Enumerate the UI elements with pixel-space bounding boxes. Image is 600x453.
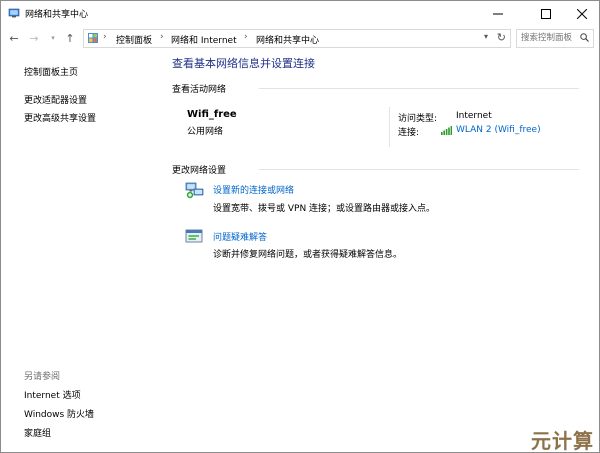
connection-link[interactable]: WLAN 2 (Wifi_free)	[456, 125, 541, 135]
address-bar[interactable]: › 控制面板 › 网络和 Internet › 网络和共享中心 ▾ ↻	[83, 29, 511, 48]
maximize-icon	[541, 8, 551, 19]
chevron-down-icon: ▾	[51, 34, 55, 42]
wifi-signal-icon	[441, 126, 452, 135]
arrow-left-icon: ←	[9, 31, 19, 45]
network-category[interactable]: 公用网络	[187, 124, 223, 137]
close-button[interactable]	[565, 1, 599, 26]
see-also-heading: 另请参阅	[24, 372, 61, 382]
breadcrumb-separator: ›	[160, 32, 164, 42]
breadcrumb-control-panel[interactable]: 控制面板	[116, 33, 152, 46]
change-settings-heading: 更改网络设置	[172, 166, 227, 176]
section-divider	[259, 88, 579, 89]
windows-firewall-link[interactable]: Windows 防火墙	[24, 407, 94, 420]
access-type-value: Internet	[456, 111, 492, 121]
network-name: Wifi_free	[187, 109, 237, 120]
breadcrumb-network-internet[interactable]: 网络和 Internet	[171, 33, 237, 46]
search-icon	[580, 33, 589, 42]
window: 网络和共享中心 ← → ▾ ↑ › 控制面板 › 网络和 Internet › …	[0, 0, 600, 453]
control-panel-icon	[88, 33, 98, 43]
search-input[interactable]	[517, 30, 579, 45]
breadcrumb-separator: ›	[244, 32, 248, 42]
connection-label: 连接:	[398, 128, 420, 138]
breadcrumb-network-center[interactable]: 网络和共享中心	[256, 33, 319, 46]
address-dropdown-icon[interactable]: ▾	[484, 32, 488, 41]
network-setup-icon	[185, 182, 204, 199]
section-divider	[259, 169, 579, 170]
recent-locations-button[interactable]: ▾	[46, 30, 60, 46]
page-heading: 查看基本网络信息并设置连接	[172, 57, 315, 70]
refresh-icon[interactable]: ↻	[497, 31, 506, 44]
access-type-label: 访问类型:	[398, 114, 438, 124]
control-panel-home-link[interactable]: 控制面板主页	[24, 65, 78, 78]
setup-connection-desc: 设置宽带、拨号或 VPN 连接；或设置路由器或接入点。	[213, 204, 436, 214]
breadcrumb-separator: ›	[103, 32, 107, 42]
troubleshoot-desc: 诊断并修复网络问题，或者获得疑难解答信息。	[213, 250, 403, 260]
arrow-right-icon: →	[29, 31, 39, 45]
title-bar: 网络和共享中心	[1, 1, 599, 26]
search-box[interactable]	[516, 29, 594, 48]
minimize-button[interactable]	[481, 1, 515, 26]
change-adapter-settings-link[interactable]: 更改适配器设置	[24, 93, 87, 106]
active-networks-heading: 查看活动网络	[172, 85, 227, 95]
forward-button[interactable]: →	[27, 30, 41, 46]
network-center-icon	[8, 8, 20, 18]
arrow-up-icon: ↑	[65, 31, 75, 45]
up-button[interactable]: ↑	[63, 30, 77, 46]
address-row: ← → ▾ ↑ › 控制面板 › 网络和 Internet › 网络和共享中心 …	[1, 26, 599, 50]
back-button[interactable]: ←	[7, 30, 21, 46]
watermark: 元计算	[531, 429, 594, 453]
homegroup-link[interactable]: 家庭组	[24, 426, 51, 439]
window-title: 网络和共享中心	[25, 10, 89, 20]
minimize-icon	[493, 13, 503, 14]
change-advanced-sharing-link[interactable]: 更改高级共享设置	[24, 111, 96, 124]
troubleshoot-icon	[185, 229, 203, 243]
close-icon	[577, 8, 587, 19]
main-pane: 查看基本网络信息并设置连接 查看活动网络 Wifi_free 公用网络 访问类型…	[171, 51, 599, 451]
setup-connection-link[interactable]: 设置新的连接或网络	[213, 183, 294, 196]
internet-options-link[interactable]: Internet 选项	[24, 388, 81, 401]
maximize-button[interactable]	[529, 1, 563, 26]
troubleshoot-link[interactable]: 问题疑难解答	[213, 230, 267, 243]
info-divider	[389, 107, 390, 147]
